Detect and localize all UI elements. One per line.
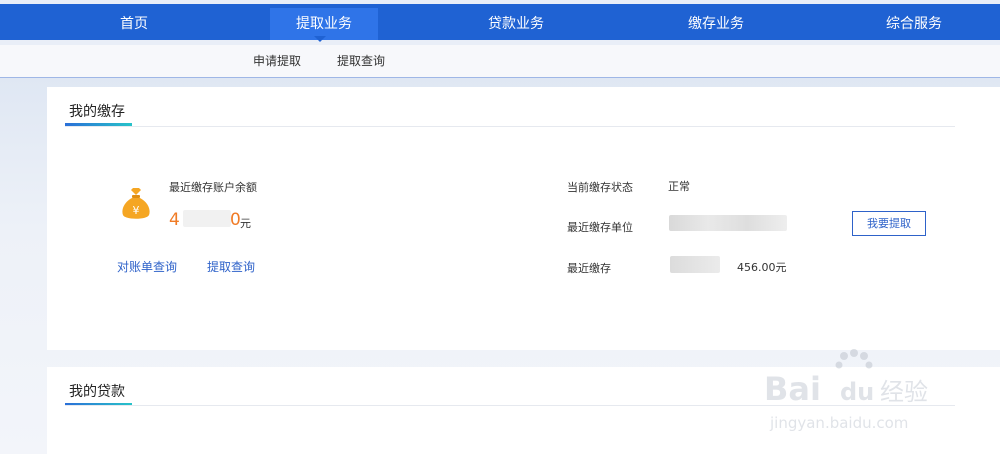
unit-label: 最近缴存单位 <box>567 221 633 234</box>
withdraw-button[interactable]: 我要提取 <box>852 211 926 236</box>
svg-text:¥: ¥ <box>133 204 140 217</box>
balance-value: 4 <box>169 210 180 230</box>
divider <box>65 126 955 127</box>
withdrawal-query-link[interactable]: 提取查询 <box>207 258 255 275</box>
nav-item-home[interactable]: 首页 <box>94 8 174 40</box>
status-value: 正常 <box>668 180 690 193</box>
money-bag-icon: ¥ <box>122 188 150 219</box>
sub-nav: 申请提取 提取查询 <box>0 45 1000 78</box>
unit-redaction <box>669 215 787 231</box>
balance-redaction <box>183 210 231 227</box>
active-nav-caret <box>314 36 326 42</box>
loan-card: 我的贷款 <box>47 367 1000 454</box>
balance-unit: 元 <box>240 217 251 230</box>
nav-item-services[interactable]: 综合服务 <box>872 8 956 40</box>
recent-deposit-redaction <box>670 256 720 273</box>
statement-query-link[interactable]: 对账单查询 <box>117 258 177 275</box>
balance-label: 最近缴存账户余额 <box>169 181 257 194</box>
balance-prefix: 4 <box>169 210 180 230</box>
recent-deposit-amount: 456.00元 <box>737 261 787 274</box>
status-label: 当前缴存状态 <box>567 181 633 194</box>
divider <box>65 405 955 406</box>
top-nav: 首页 提取业务 贷款业务 缴存业务 综合服务 <box>0 0 1000 40</box>
nav-item-loan[interactable]: 贷款业务 <box>476 8 556 40</box>
subnav-apply-withdrawal[interactable]: 申请提取 <box>253 45 301 78</box>
recent-deposit-label: 最近缴存 <box>567 262 611 275</box>
deposit-card: 我的缴存 ¥ 最近缴存账户余额 4 0 元 对账单查询 提取查询 当前缴存状态 … <box>47 87 1000 350</box>
subnav-withdrawal-query[interactable]: 提取查询 <box>337 45 385 78</box>
nav-item-deposit[interactable]: 缴存业务 <box>676 8 756 40</box>
